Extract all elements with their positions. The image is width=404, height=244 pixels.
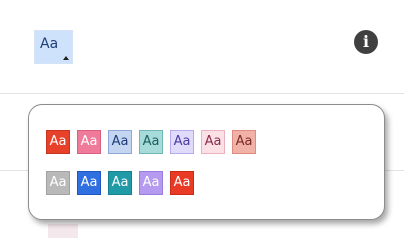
underlying-content-fragment	[48, 224, 78, 238]
style-swatch-salmon[interactable]: Aa	[232, 130, 256, 154]
style-swatch-row-1: Aa Aa Aa Aa Aa Aa Aa	[46, 130, 256, 154]
text-style-picker-button[interactable]: Aa	[34, 30, 73, 64]
toolbar: Aa i	[0, 0, 404, 92]
style-swatch-red[interactable]: Aa	[46, 130, 70, 154]
style-swatch-dark-teal[interactable]: Aa	[108, 171, 132, 195]
style-swatch-purple[interactable]: Aa	[139, 171, 163, 195]
style-swatch-teal[interactable]: Aa	[139, 130, 163, 154]
style-swatch-bright-red[interactable]: Aa	[170, 171, 194, 195]
text-style-palette-popup: Aa Aa Aa Aa Aa Aa Aa Aa Aa Aa Aa Aa	[28, 104, 385, 220]
style-swatch-pink[interactable]: Aa	[77, 130, 101, 154]
caret-up-icon	[63, 56, 69, 60]
style-swatch-light-blue[interactable]: Aa	[108, 130, 132, 154]
style-swatch-gray[interactable]: Aa	[46, 171, 70, 195]
info-icon[interactable]: i	[354, 30, 378, 54]
style-swatch-blue[interactable]: Aa	[77, 171, 101, 195]
text-style-picker-label: Aa	[40, 36, 59, 52]
style-swatch-light-pink[interactable]: Aa	[201, 130, 225, 154]
toolbar-divider	[0, 93, 404, 94]
style-swatch-lavender[interactable]: Aa	[170, 130, 194, 154]
style-swatch-row-2: Aa Aa Aa Aa Aa	[46, 171, 194, 195]
